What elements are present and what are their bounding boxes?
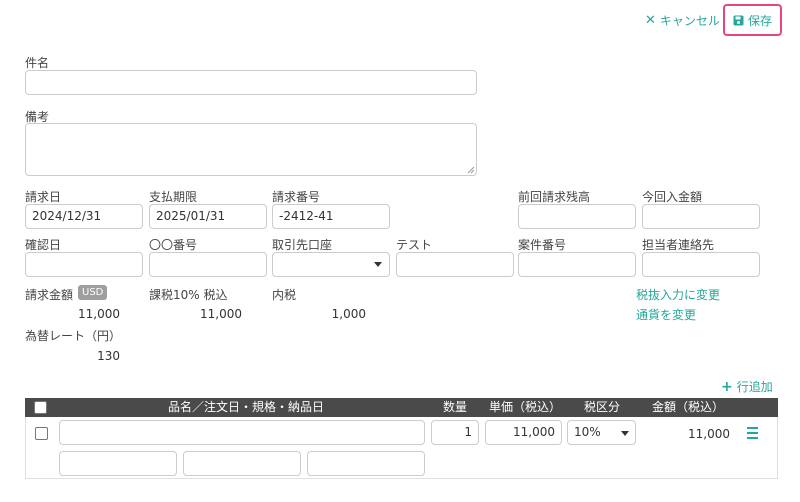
oo-number-input[interactable] bbox=[149, 252, 267, 277]
add-row-label: 行追加 bbox=[736, 380, 773, 394]
this-payment-input[interactable] bbox=[642, 204, 760, 229]
inner-tax-label: 内税 bbox=[272, 288, 297, 302]
prev-balance-label: 前回請求残高 bbox=[518, 190, 591, 204]
taxable-value: 11,000 bbox=[200, 307, 242, 321]
due-date-input[interactable]: 2025/01/31 bbox=[149, 204, 267, 229]
prev-balance-input[interactable] bbox=[518, 204, 636, 229]
test-input[interactable] bbox=[396, 252, 514, 277]
item-name-input[interactable] bbox=[59, 420, 425, 445]
cancel-button[interactable]: ✕ キャンセル bbox=[645, 12, 720, 29]
items-table-header: 品名／注文日・規格・納品日 数量 単価（税込） 税区分 金額（税込） bbox=[25, 398, 778, 417]
header-amount: 金額（税込） bbox=[652, 400, 725, 414]
confirm-date-label: 確認日 bbox=[25, 238, 62, 252]
row-checkbox[interactable] bbox=[35, 427, 48, 440]
header-qty: 数量 bbox=[443, 400, 468, 414]
confirm-date-input[interactable] bbox=[25, 252, 143, 277]
item-subfield-1[interactable] bbox=[59, 451, 177, 476]
chevron-down-icon bbox=[374, 262, 382, 267]
item-unit-price-input[interactable]: 11,000 bbox=[485, 420, 562, 445]
save-button-label: 保存 bbox=[748, 14, 773, 28]
bank-account-select[interactable] bbox=[272, 252, 390, 277]
taxable-label: 課税10% 税込 bbox=[149, 288, 228, 302]
inner-tax-value: 1,000 bbox=[331, 307, 366, 321]
add-row-button[interactable]: + 行追加 bbox=[721, 378, 773, 395]
invoice-date-label: 請求日 bbox=[25, 190, 62, 204]
subject-label: 件名 bbox=[25, 56, 50, 70]
plus-icon: + bbox=[721, 378, 733, 395]
this-payment-label: 今回入金額 bbox=[642, 190, 703, 204]
floppy-disk-icon bbox=[733, 15, 744, 26]
contact-label: 担当者連絡先 bbox=[642, 238, 715, 252]
invoice-date-input[interactable]: 2024/12/31 bbox=[25, 204, 143, 229]
change-currency-link[interactable]: 通貨を変更 bbox=[636, 306, 696, 323]
contact-input[interactable] bbox=[642, 252, 760, 277]
change-tax-mode-link[interactable]: 税抜入力に変更 bbox=[636, 286, 720, 303]
due-date-label: 支払期限 bbox=[149, 190, 198, 204]
select-all-checkbox[interactable] bbox=[34, 401, 47, 414]
item-amount-value: 11,000 bbox=[688, 427, 730, 441]
subject-input[interactable] bbox=[25, 70, 477, 95]
exchange-rate-value: 130 bbox=[97, 349, 120, 363]
oo-number-label: 〇〇番号 bbox=[149, 238, 198, 252]
chevron-down-icon bbox=[621, 431, 629, 436]
exchange-rate-label: 為替レート（円） bbox=[25, 329, 122, 343]
header-unit-price: 単価（税込） bbox=[489, 400, 562, 414]
item-subfield-2[interactable] bbox=[183, 451, 301, 476]
resize-handle-icon[interactable] bbox=[467, 166, 475, 174]
close-icon: ✕ bbox=[645, 13, 656, 28]
item-qty-input[interactable]: 1 bbox=[431, 420, 479, 445]
project-number-label: 案件番号 bbox=[518, 238, 567, 252]
amount-value: 11,000 bbox=[78, 307, 120, 321]
cancel-button-label: キャンセル bbox=[659, 14, 720, 28]
save-button[interactable]: 保存 bbox=[733, 12, 772, 29]
invoice-number-label: 請求番号 bbox=[272, 190, 321, 204]
remarks-textarea[interactable] bbox=[25, 123, 477, 176]
test-label: テスト bbox=[396, 238, 433, 252]
bank-account-label: 取引先口座 bbox=[272, 238, 333, 252]
hamburger-icon[interactable] bbox=[747, 427, 758, 439]
item-subfield-3[interactable] bbox=[307, 451, 425, 476]
amount-label: 請求金額 bbox=[25, 288, 74, 302]
project-number-input[interactable] bbox=[518, 252, 636, 277]
invoice-number-input[interactable]: -2412-41 bbox=[272, 204, 390, 229]
currency-badge: USD bbox=[78, 285, 108, 300]
header-item-name: 品名／注文日・規格・納品日 bbox=[168, 400, 325, 414]
header-tax-class: 税区分 bbox=[584, 400, 621, 414]
